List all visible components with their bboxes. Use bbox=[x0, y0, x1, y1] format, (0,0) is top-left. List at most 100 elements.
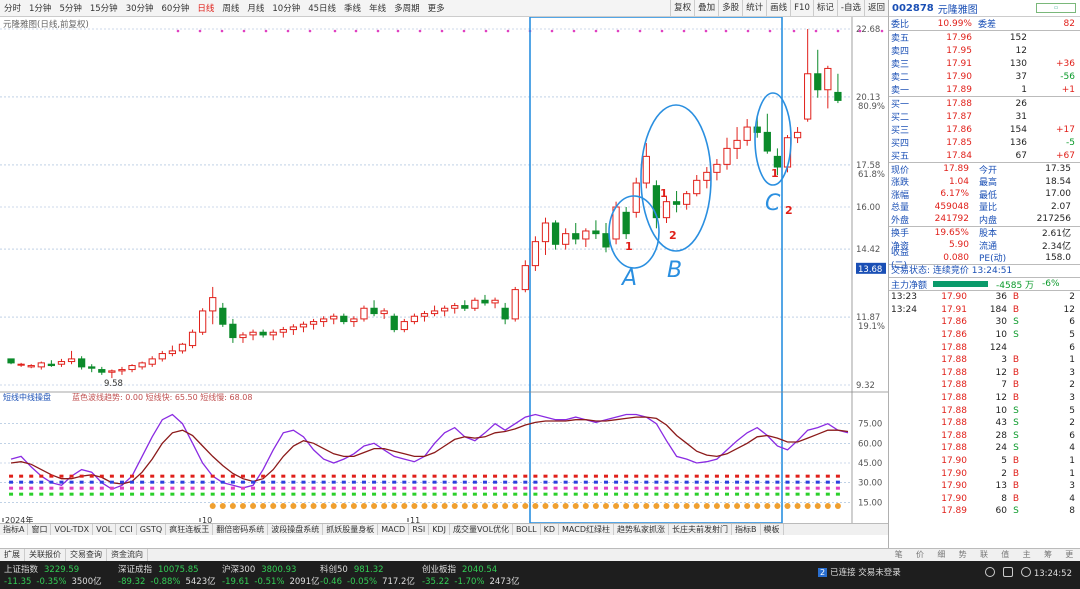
trade-row: 17.90 5 B 1 bbox=[889, 455, 1080, 468]
indicator-tab[interactable]: CCI bbox=[116, 524, 137, 535]
indicator-tab[interactable]: 趋势私家抓涨 bbox=[614, 524, 669, 535]
quote-tab[interactable]: 主 bbox=[1016, 549, 1037, 561]
trade-row: 17.89 60 S 8 bbox=[889, 505, 1080, 518]
toolbar-button[interactable]: 复权 bbox=[670, 0, 694, 17]
period-tab[interactable]: 季线 bbox=[340, 2, 365, 14]
connection-badge: 2 bbox=[818, 567, 828, 577]
trade-row: 17.88 12 B 3 bbox=[889, 367, 1080, 380]
trade-row: 17.90 2 B 1 bbox=[889, 467, 1080, 480]
toolbar-button[interactable]: 多股 bbox=[718, 0, 742, 17]
toolbar-button[interactable]: F10 bbox=[790, 0, 813, 17]
toolbar-button[interactable]: 返回 bbox=[863, 0, 888, 17]
index-name-row[interactable]: 科创50 981.32 bbox=[320, 563, 384, 575]
period-tab[interactable]: 45日线 bbox=[304, 2, 340, 14]
quote-tab[interactable]: 筹 bbox=[1037, 549, 1058, 561]
period-tab[interactable]: 1分钟 bbox=[25, 2, 55, 14]
signal-bar bbox=[825, 492, 830, 496]
toolbar-button[interactable]: -自选 bbox=[836, 0, 864, 17]
indicator-tab[interactable]: 指标B bbox=[732, 524, 761, 535]
period-tab[interactable]: 日线 bbox=[193, 2, 218, 14]
indicator-tab[interactable]: 模板 bbox=[761, 524, 784, 535]
index-name-row[interactable]: 上证指数 3229.59 bbox=[4, 563, 79, 575]
trade-count: 1 bbox=[1069, 456, 1075, 467]
period-tab[interactable]: 周线 bbox=[218, 2, 243, 14]
kline-svg[interactable]: 22.6820.1317.5816.0014.4211.879.3280.9%6… bbox=[0, 16, 972, 525]
indicator-tab[interactable]: RSI bbox=[409, 524, 430, 535]
index-pct: -0.51% bbox=[254, 577, 285, 587]
toolbar-button[interactable]: 叠加 bbox=[694, 0, 718, 17]
period-tab[interactable]: 10分钟 bbox=[268, 2, 304, 14]
indicator-tab[interactable]: KD bbox=[541, 524, 560, 535]
indicator-tab[interactable]: 翻倍密码系统 bbox=[213, 524, 269, 535]
indicator-tab[interactable]: 抓妖股量身板 bbox=[323, 524, 379, 535]
signal-dot bbox=[880, 29, 884, 33]
period-tab[interactable]: 更多 bbox=[424, 2, 449, 14]
user-icon[interactable] bbox=[1003, 567, 1013, 577]
indicator-tab[interactable]: GSTQ bbox=[137, 524, 167, 535]
signal-icon bbox=[502, 503, 509, 509]
strategy-tab[interactable]: 关联报价 bbox=[25, 549, 66, 561]
toolbar-button[interactable]: 画线 bbox=[766, 0, 790, 17]
indicator-tab[interactable]: 窗口 bbox=[28, 524, 52, 535]
signal-icon bbox=[229, 503, 236, 509]
signal-bar bbox=[311, 486, 316, 490]
signal-icon bbox=[371, 503, 378, 509]
strategy-tab[interactable]: 交易查询 bbox=[66, 549, 107, 561]
indicator-tab[interactable]: MACD红绿柱 bbox=[559, 524, 614, 535]
indicator-tab[interactable]: 波段操盘系统 bbox=[268, 524, 324, 535]
strategy-tab[interactable]: 资金流向 bbox=[107, 549, 148, 561]
quote-tab[interactable]: 联 bbox=[973, 549, 994, 561]
settings-icon[interactable] bbox=[1021, 567, 1031, 577]
indicator-tab[interactable]: VOL-TDX bbox=[51, 524, 94, 535]
indicator-tab[interactable]: BOLL bbox=[513, 524, 541, 535]
signal-bar bbox=[230, 480, 235, 484]
signal-bar bbox=[180, 474, 185, 478]
chart-title: 元隆雅图(日线,前复权) bbox=[3, 20, 89, 30]
signal-icon bbox=[683, 503, 690, 509]
indicator-tab[interactable]: 指标A bbox=[0, 524, 29, 535]
indicator-tab[interactable]: 长庄夫前发射门 bbox=[669, 524, 732, 535]
indicator-tab[interactable]: KDJ bbox=[429, 524, 450, 535]
toolbar-button[interactable]: 统计 bbox=[742, 0, 766, 17]
signal-bar bbox=[775, 474, 780, 478]
trade-count: 3 bbox=[1069, 481, 1075, 492]
signal-icon bbox=[219, 503, 226, 509]
quote-tab[interactable]: 势 bbox=[952, 549, 973, 561]
period-tab[interactable]: 月线 bbox=[243, 2, 268, 14]
quote-tab[interactable]: 更 bbox=[1059, 549, 1080, 561]
quote-tab[interactable]: 价 bbox=[909, 549, 930, 561]
annotation-number: 2 bbox=[669, 229, 677, 242]
period-tab[interactable]: 30分钟 bbox=[122, 2, 158, 14]
period-tab[interactable]: 年线 bbox=[365, 2, 390, 14]
indicator-tab[interactable]: 疯狂连板王 bbox=[166, 524, 214, 535]
indicator-tab[interactable]: 成交量VOL优化 bbox=[450, 524, 514, 535]
signal-bar bbox=[119, 474, 124, 478]
signal-bar bbox=[99, 486, 104, 490]
trade-price: 17.90 bbox=[941, 468, 967, 479]
period-tab[interactable]: 5分钟 bbox=[55, 2, 85, 14]
strategy-tab[interactable]: 扩展 bbox=[0, 549, 25, 561]
signal-bar bbox=[624, 474, 629, 478]
signal-bar bbox=[170, 486, 175, 490]
period-tab[interactable]: 分时 bbox=[0, 2, 25, 14]
index-name-row[interactable]: 创业板指 2040.54 bbox=[422, 563, 497, 575]
toolbar-button[interactable]: 标记 bbox=[812, 0, 837, 17]
index-name-row[interactable]: 沪深300 3800.93 bbox=[222, 563, 296, 575]
indicator-tab[interactable]: MACD bbox=[378, 524, 410, 535]
search-icon[interactable] bbox=[985, 567, 995, 577]
order-level-label: 卖五 bbox=[891, 34, 910, 44]
trade-side: S bbox=[1013, 405, 1019, 416]
indicator-tab[interactable]: VOL bbox=[93, 524, 117, 535]
signal-icon bbox=[522, 503, 529, 509]
kline-chart-area[interactable]: 22.68 20.13 17.58 16.00 14.42 11.87 9.32 80.9% 6… bbox=[0, 16, 972, 547]
period-tab[interactable]: 多周期 bbox=[390, 2, 424, 14]
period-tab[interactable]: 60分钟 bbox=[158, 2, 194, 14]
signal-bar bbox=[432, 474, 437, 478]
signal-icon bbox=[350, 503, 357, 509]
quote-tab[interactable]: 笔 bbox=[888, 549, 909, 561]
trade-count: 2 bbox=[1069, 292, 1075, 303]
quote-tab[interactable]: 细 bbox=[931, 549, 952, 561]
period-tab[interactable]: 15分钟 bbox=[86, 2, 122, 14]
quote-tab[interactable]: 值 bbox=[995, 549, 1016, 561]
index-name-row[interactable]: 深证成指 10075.85 bbox=[118, 563, 199, 575]
